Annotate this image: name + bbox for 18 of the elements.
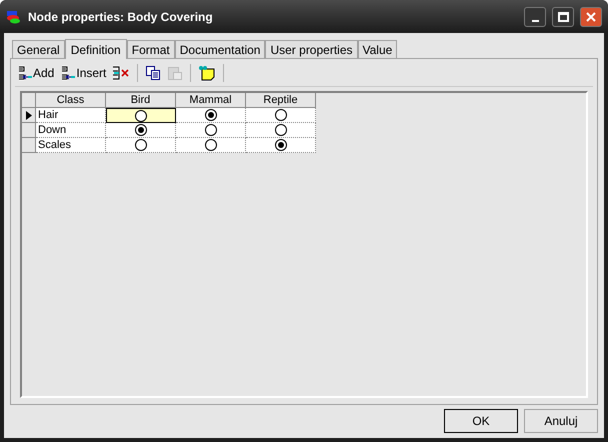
tab[interactable]: Documentation [174, 40, 266, 58]
tab[interactable]: Definition [64, 39, 127, 59]
toolbar-button[interactable]: Insert [58, 63, 108, 83]
column-header[interactable]: Class [36, 93, 106, 108]
table-cell: Hair [36, 108, 106, 123]
column-header[interactable]: Mammal [176, 93, 246, 108]
dialog-button[interactable]: Anuluj [524, 409, 598, 433]
window-title: Node properties: Body Covering [28, 8, 214, 26]
toolbar-button[interactable]: Add [15, 63, 56, 83]
column-header[interactable]: Reptile [246, 93, 316, 108]
column-header[interactable]: Bird [106, 93, 176, 108]
tab[interactable]: Format [126, 40, 175, 58]
table-cell: Scales [36, 138, 106, 153]
tab[interactable]: Value [358, 40, 398, 58]
tab[interactable]: General [12, 40, 65, 58]
dialog-button[interactable]: OK [444, 409, 518, 433]
tab[interactable]: User properties [265, 40, 358, 58]
table-cell: Down [36, 123, 106, 138]
